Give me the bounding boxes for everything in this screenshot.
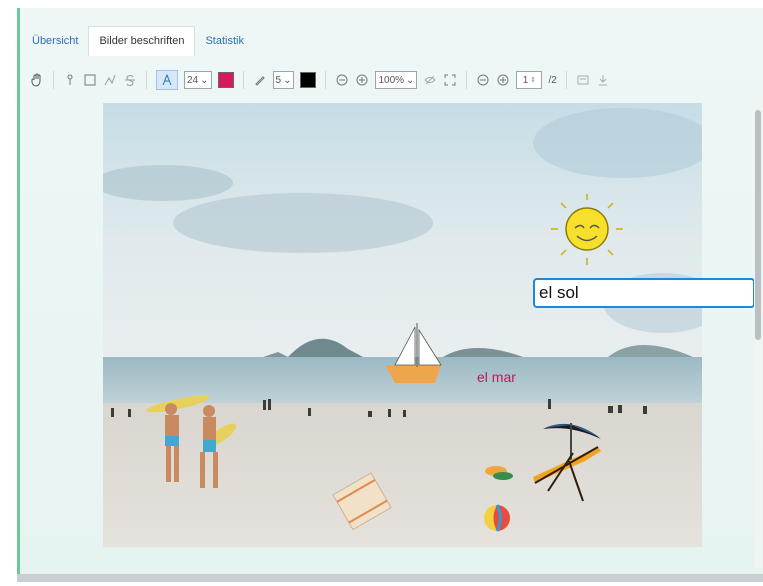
page-spinner-icon: ⇕: [530, 77, 537, 84]
beach-scene-image: el mar: [103, 103, 702, 547]
download-icon[interactable]: [596, 71, 610, 89]
vertical-scrollbar[interactable]: [754, 96, 762, 568]
font-size-select[interactable]: 24 ⌄: [184, 71, 212, 89]
font-size-value: 24: [187, 74, 199, 86]
tab-statistik[interactable]: Statistik: [195, 35, 254, 56]
zoom-value: 100%: [378, 74, 405, 86]
next-page-icon[interactable]: [496, 71, 510, 89]
toolbar-separator: [565, 71, 567, 89]
tab-bilder-beschriften[interactable]: Bilder beschriften: [88, 26, 196, 56]
text-color-swatch[interactable]: [217, 72, 234, 88]
scrollbar-thumb[interactable]: [755, 110, 761, 340]
pen-icon[interactable]: [253, 71, 267, 89]
text-tool-icon[interactable]: [156, 70, 178, 90]
rectangle-tool-icon[interactable]: [83, 71, 97, 89]
toolbar-separator: [146, 71, 147, 89]
toolbar-separator: [325, 71, 327, 89]
toolbar-separator: [242, 71, 244, 89]
chevron-down-icon: ⌄: [283, 74, 292, 86]
zoom-select[interactable]: 100% ⌄: [375, 71, 418, 89]
bottom-edge: [17, 574, 763, 582]
strikethrough-icon[interactable]: [123, 71, 137, 89]
toolbar-separator: [53, 71, 54, 89]
previous-page-icon[interactable]: [476, 71, 490, 89]
cloud: [173, 193, 433, 253]
zoom-in-icon[interactable]: [355, 71, 369, 89]
tab-bar: Übersicht Bilder beschriften Statistik: [22, 26, 254, 56]
chevron-down-icon: ⌄: [406, 74, 415, 86]
freehand-tool-icon[interactable]: [103, 71, 117, 89]
beach-ball-icon: [484, 504, 510, 532]
page-number-input[interactable]: 1 ⇕: [516, 71, 543, 89]
fit-screen-icon[interactable]: [443, 71, 457, 89]
chevron-down-icon: ⌄: [200, 74, 209, 86]
sand: [103, 403, 702, 547]
stroke-color-swatch[interactable]: [300, 72, 317, 88]
label-text-input[interactable]: [533, 278, 755, 308]
pin-icon[interactable]: [63, 71, 77, 89]
toolbar-separator: [466, 71, 468, 89]
stroke-width-value: 5: [275, 74, 282, 86]
tab-uebersicht[interactable]: Übersicht: [22, 35, 88, 56]
page-total: /2: [548, 74, 557, 86]
delete-image-icon[interactable]: [576, 71, 590, 89]
zoom-out-icon[interactable]: [335, 71, 349, 89]
hand-icon[interactable]: [30, 71, 44, 89]
stroke-width-select[interactable]: 5 ⌄: [272, 71, 295, 89]
image-canvas[interactable]: el mar: [103, 103, 702, 547]
hide-icon[interactable]: [423, 71, 437, 89]
page-current-value: 1: [522, 74, 529, 86]
label-el-mar: el mar: [477, 369, 516, 385]
toolbar: 24 ⌄ 5 ⌄ 100% ⌄ 1 ⇕ /2: [30, 66, 760, 94]
